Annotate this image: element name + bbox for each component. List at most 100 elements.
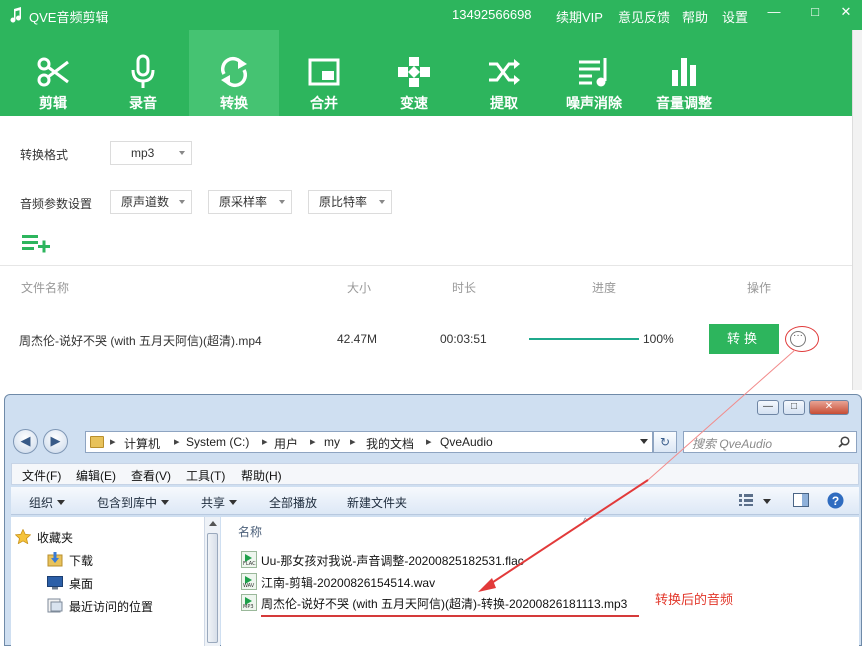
refresh-button[interactable]: ↻ (653, 431, 677, 453)
tool-cut[interactable]: 剪辑 (8, 30, 98, 116)
sort-ascending-icon: ^ (583, 517, 588, 528)
nav-scrollbar[interactable] (204, 517, 220, 646)
tool-convert[interactable]: 转换 (189, 30, 279, 116)
menu-file[interactable]: 文件(F) (22, 467, 61, 484)
explorer-maximize-button[interactable]: □ (783, 400, 805, 415)
tool-label: 合并 (310, 95, 338, 111)
breadcrumb-my[interactable]: my (324, 435, 340, 449)
breadcrumb-qveaudio[interactable]: QveAudio (440, 435, 493, 449)
view-options-icon[interactable] (739, 494, 753, 506)
chevron-down-icon[interactable] (640, 439, 648, 444)
search-box[interactable]: 搜索 QveAudio (683, 431, 857, 453)
tool-merge[interactable]: 合并 (279, 30, 369, 116)
app-title: QVE音频剪辑 (29, 10, 109, 25)
col-duration: 时长 (452, 281, 477, 295)
cmd-share[interactable]: 共享 (201, 494, 238, 511)
nav-desktop[interactable]: 桌面 (47, 575, 93, 592)
renew-vip-link[interactable]: 续期VIP (556, 7, 603, 26)
file-item[interactable]: MP3 周杰伦-说好不哭 (with 五月天阿信)(超清)-转换-2020082… (241, 594, 841, 612)
channels-select[interactable]: 原声道数 (110, 190, 192, 214)
chevron-down-icon (179, 200, 185, 204)
download-folder-icon (47, 552, 63, 567)
tool-noise-removal[interactable]: 噪声消除 (549, 30, 639, 116)
cmd-include-library[interactable]: 包含到库中 (97, 494, 170, 511)
highlight-circle (785, 326, 819, 352)
settings-link[interactable]: 设置 (722, 7, 748, 26)
progress-bar (529, 338, 639, 340)
search-icon (838, 436, 850, 448)
format-select[interactable]: mp3 (110, 141, 192, 165)
tool-record[interactable]: 录音 (98, 30, 188, 116)
help-link[interactable]: 帮助 (682, 7, 708, 26)
feedback-link[interactable]: 意见反馈 (618, 7, 670, 26)
scroll-up-icon[interactable] (209, 521, 217, 526)
address-bar[interactable]: ▸ 计算机 ▸ System (C:) ▸ 用户 ▸ my ▸ 我的文档 ▸ Q… (85, 431, 653, 453)
chevron-right-icon: ▸ (262, 436, 268, 448)
help-icon[interactable]: ? (827, 492, 844, 509)
preview-pane-icon[interactable] (793, 493, 809, 507)
scroll-thumb[interactable] (207, 533, 218, 643)
chevron-down-icon (379, 200, 385, 204)
chevron-down-icon (57, 500, 66, 505)
back-button[interactable]: ◀ (13, 429, 38, 454)
add-list-icon[interactable] (22, 234, 50, 254)
tool-speed[interactable]: 变速 (369, 30, 459, 116)
recent-places-icon (47, 598, 63, 613)
minimize-button[interactable]: — (766, 4, 782, 20)
cmd-new-folder[interactable]: 新建文件夹 (347, 494, 407, 511)
nav-downloads[interactable]: 下载 (47, 552, 93, 569)
desktop-icon (47, 576, 63, 590)
nav-recent-places[interactable]: 最近访问的位置 (47, 598, 154, 615)
bitrate-select[interactable]: 原比特率 (308, 190, 392, 214)
nav-label: 最近访问的位置 (69, 600, 154, 614)
file-list-pane: 名称 ^ FLAC Uu-那女孩对我说-声音调整-20200825182531.… (221, 517, 859, 646)
cmd-label: 组织 (29, 496, 54, 510)
cmd-organize[interactable]: 组织 (29, 494, 66, 511)
merge-icon (308, 58, 340, 86)
chevron-down-icon[interactable] (763, 499, 771, 504)
col-name-header[interactable]: 名称 (238, 523, 262, 540)
maximize-button[interactable]: □ (807, 4, 823, 20)
cmd-play-all[interactable]: 全部播放 (269, 494, 317, 511)
explorer-close-button[interactable]: ✕ (809, 400, 849, 415)
feature-toolbar: 剪辑 录音 转换 合并 变速 提取 噪声消除 音量调整 (0, 30, 862, 116)
forward-button[interactable]: ▶ (43, 429, 68, 454)
breadcrumb-drive[interactable]: System (C:) (186, 435, 249, 449)
account-phone[interactable]: 13492566698 (452, 7, 532, 22)
file-name: Uu-那女孩对我说-声音调整-20200825182531.flac (261, 554, 524, 568)
address-row: ◀ ▶ ▸ 计算机 ▸ System (C:) ▸ 用户 ▸ my ▸ 我的文档… (5, 425, 861, 457)
samplerate-select[interactable]: 原采样率 (208, 190, 292, 214)
tool-volume[interactable]: 音量调整 (639, 30, 729, 116)
explorer-minimize-button[interactable]: — (757, 400, 779, 415)
svg-text:?: ? (832, 494, 839, 508)
audio-file-icon: MP3 (241, 594, 257, 611)
audio-file-icon: WAV (241, 573, 257, 590)
file-ext: FLAC (243, 561, 256, 567)
menu-edit[interactable]: 编辑(E) (76, 467, 116, 484)
row-size: 42.47M (337, 332, 378, 346)
progress-fill (529, 338, 639, 340)
menu-bar: 文件(F) 编辑(E) 查看(V) 工具(T) 帮助(H) (11, 463, 859, 485)
tool-label: 转换 (220, 95, 248, 111)
chevron-down-icon (161, 500, 170, 505)
file-item[interactable]: WAV 江南-剪辑-20200826154514.wav (241, 573, 841, 591)
breadcrumb-documents[interactable]: 我的文档 (366, 435, 414, 452)
breadcrumb-computer[interactable]: 计算机 (124, 435, 160, 452)
nav-label: 收藏夹 (37, 531, 74, 545)
breadcrumb-users[interactable]: 用户 (274, 435, 298, 452)
convert-button[interactable]: 转换 (709, 324, 779, 354)
explorer-window: — □ ✕ ◀ ▶ ▸ 计算机 ▸ System (C:) ▸ 用户 ▸ my … (4, 394, 862, 646)
menu-help[interactable]: 帮助(H) (241, 467, 282, 484)
row-duration: 00:03:51 (440, 332, 487, 346)
chevron-down-icon (279, 200, 285, 204)
tool-label: 剪辑 (39, 95, 67, 111)
nav-favorites[interactable]: 收藏夹 (15, 529, 74, 546)
tool-extract[interactable]: 提取 (459, 30, 549, 116)
cmd-label: 包含到库中 (97, 496, 158, 510)
close-button[interactable]: ✕ (838, 4, 854, 20)
window-edge (852, 30, 862, 390)
row-filename: 周杰伦-说好不哭 (with 五月天阿信)(超清).mp4 (19, 334, 262, 348)
menu-tools[interactable]: 工具(T) (186, 467, 225, 484)
file-item[interactable]: FLAC Uu-那女孩对我说-声音调整-20200825182531.flac (241, 551, 841, 569)
menu-view[interactable]: 查看(V) (131, 467, 171, 484)
